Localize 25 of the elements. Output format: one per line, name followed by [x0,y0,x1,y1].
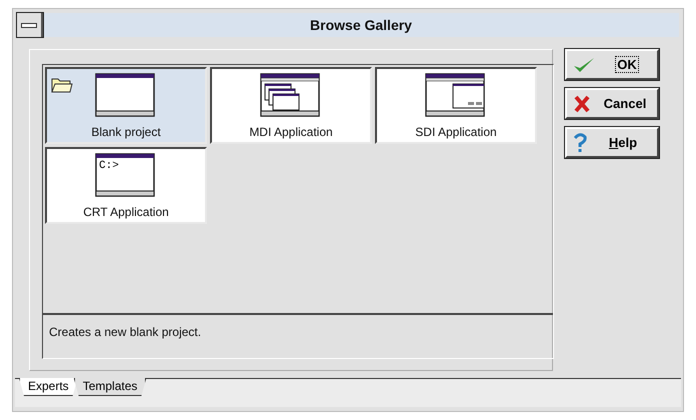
help-button[interactable]: Help [565,127,659,158]
window-icon [95,153,157,199]
gallery-item[interactable]: MDI Application [210,67,372,144]
cancel-button[interactable]: Cancel [565,88,659,119]
item-label: Blank project [91,125,161,139]
question-icon [573,132,587,152]
check-icon [573,56,595,74]
tab[interactable]: Experts [19,378,78,396]
system-menu-button[interactable] [17,13,43,37]
gallery-item[interactable]: Blank project [45,67,207,144]
window-title: Browse Gallery [309,17,413,33]
item-label: CRT Application [83,205,169,219]
window-icon [425,73,487,119]
ok-button[interactable]: OK [565,49,659,80]
item-label: MDI Application [249,125,333,139]
window-icon [260,73,322,119]
description-text: Creates a new blank project. [48,324,202,341]
item-label: SDI Application [415,125,497,139]
gallery-item[interactable]: C:> CRT Application [45,147,207,224]
gallery-item[interactable]: SDI Application [375,67,537,144]
close-icon [573,94,591,112]
prompt-text: C:> [99,160,119,172]
tab[interactable]: Templates [74,378,146,396]
window-icon [95,73,157,119]
folder-icon [51,77,73,93]
